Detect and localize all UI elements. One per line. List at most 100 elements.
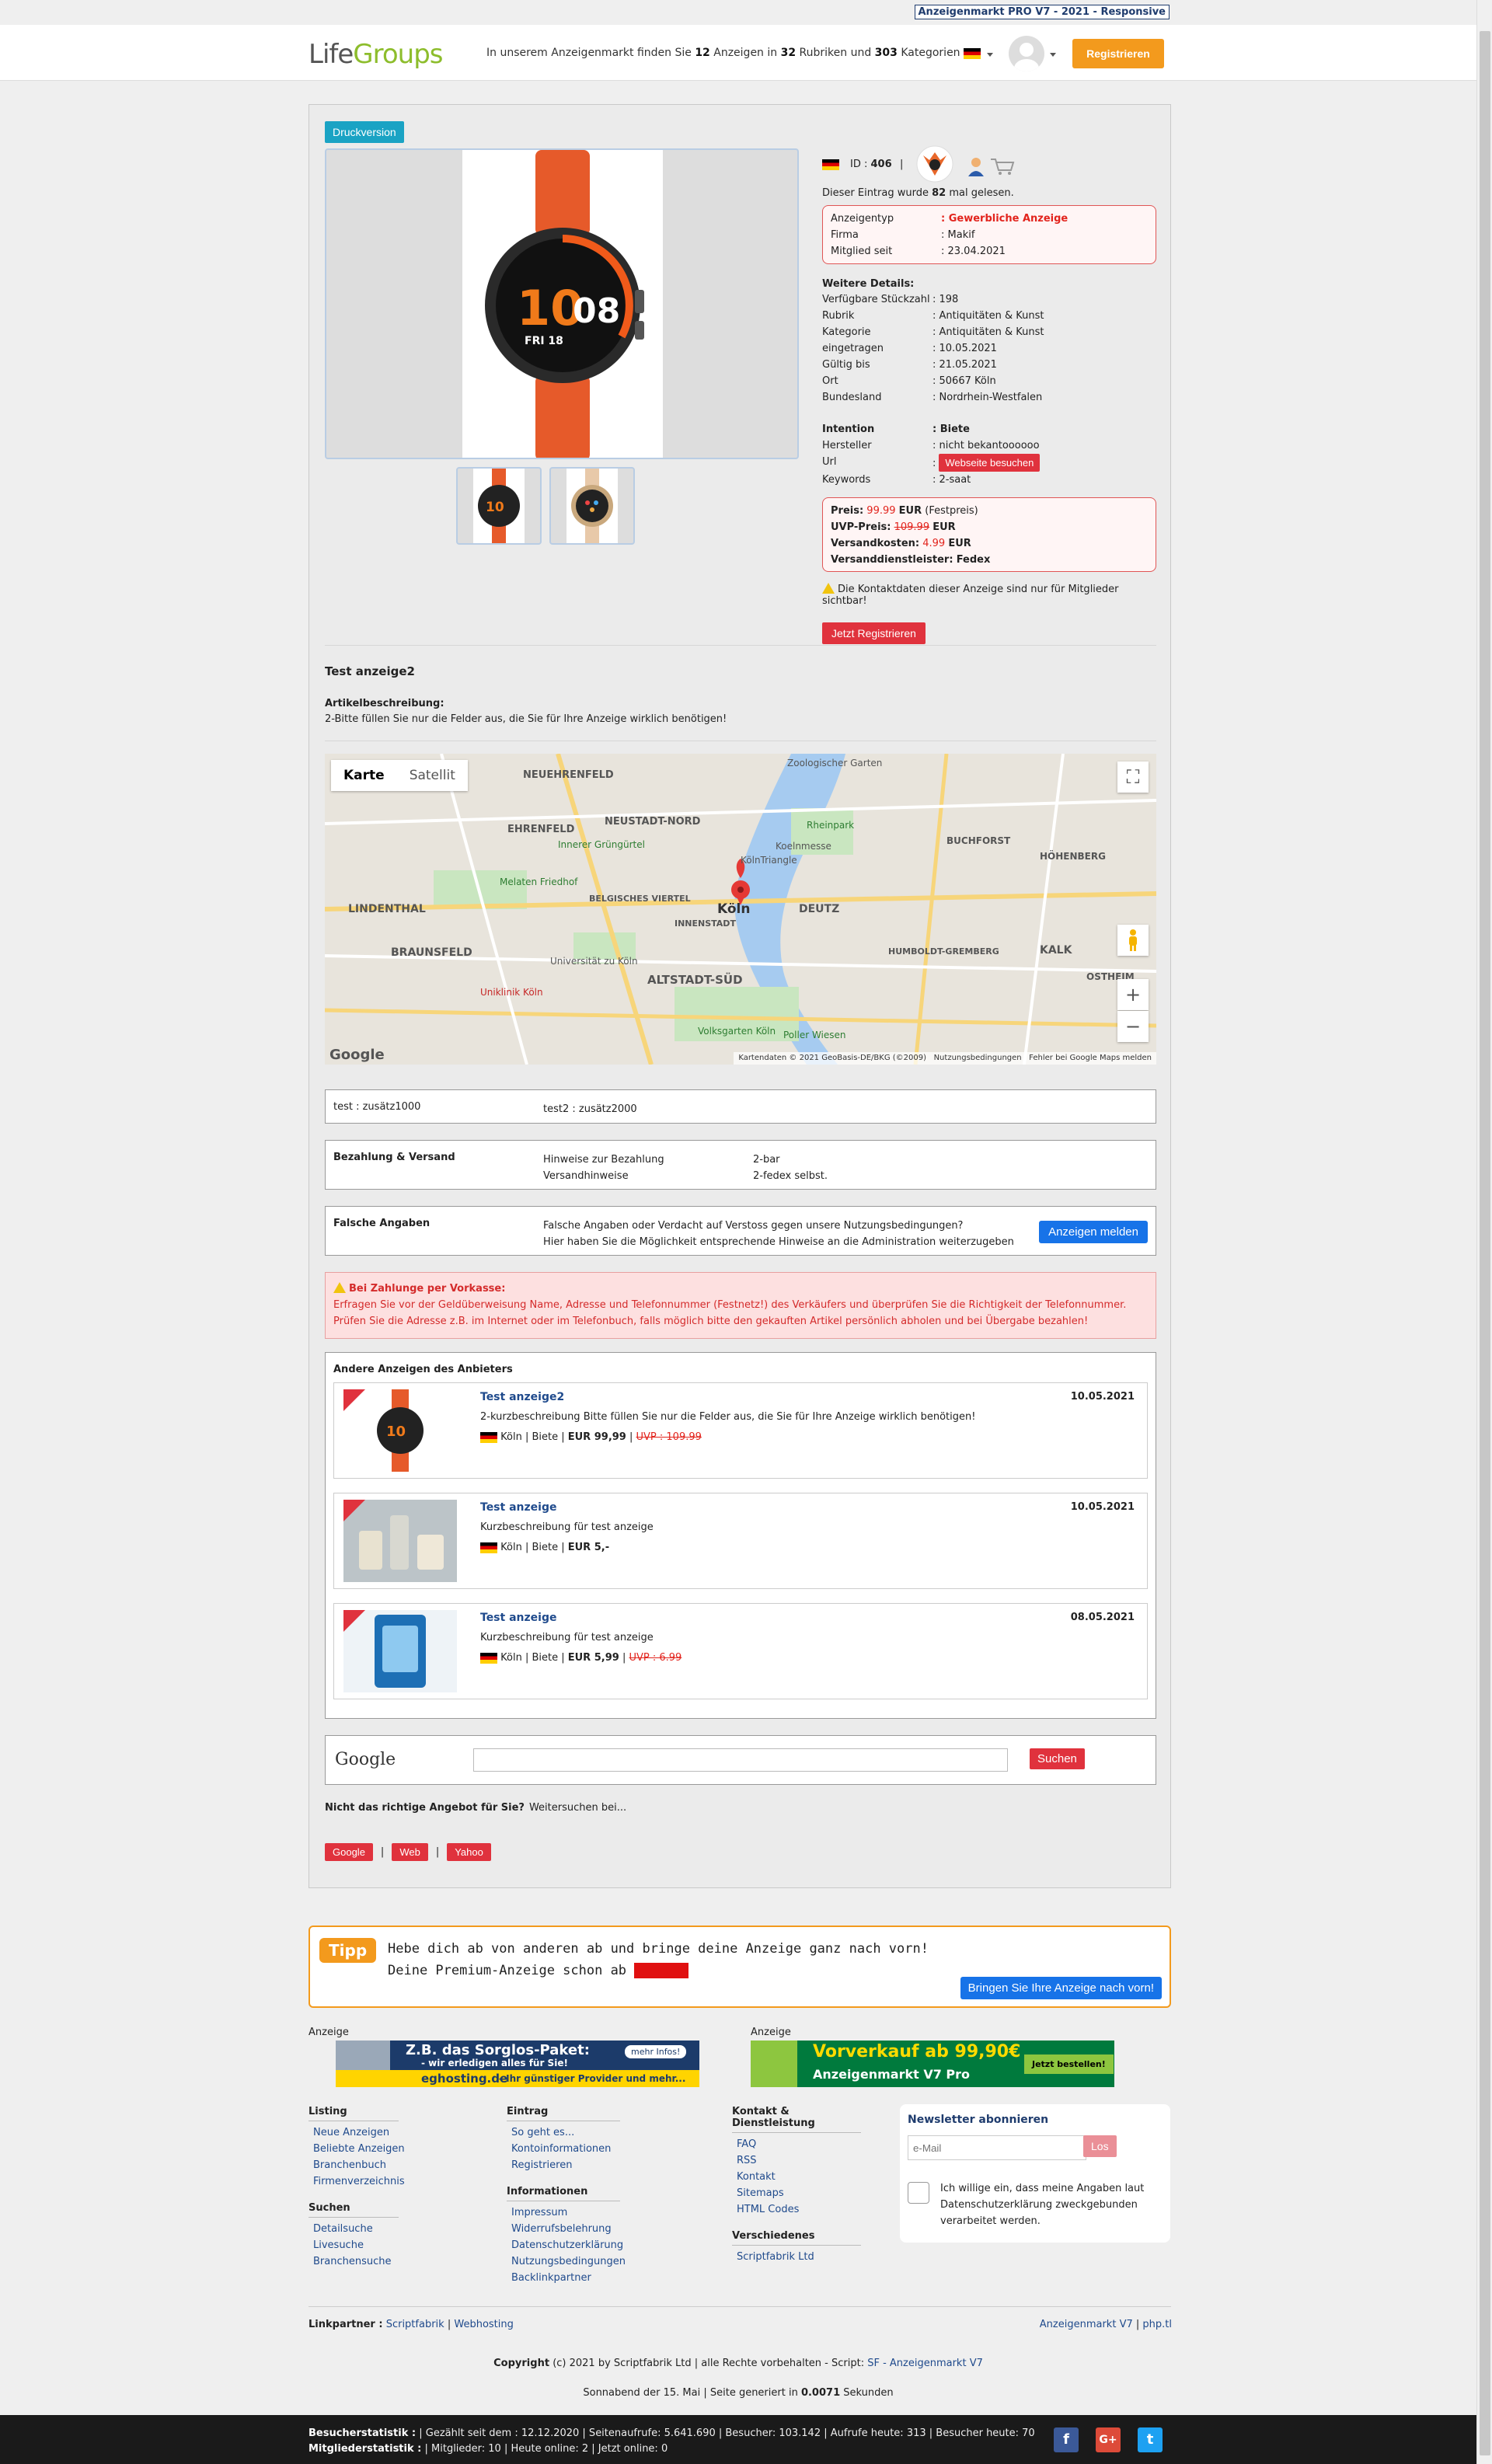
register-now-button[interactable]: Jetzt Registrieren <box>822 622 926 644</box>
footer-link[interactable]: Branchenbuch <box>313 2159 386 2171</box>
linkpartner-link[interactable]: Scriptfabrik <box>386 2319 444 2330</box>
footer-right-link[interactable]: php.tl <box>1142 2319 1172 2330</box>
footer-link[interactable]: Backlinkpartner <box>511 2272 591 2284</box>
tab-satellite[interactable]: Satellit <box>397 760 468 791</box>
footer-link[interactable]: Registrieren <box>511 2159 572 2171</box>
footer-link[interactable]: Livesuche <box>313 2239 364 2251</box>
map-report-link[interactable]: Fehler bei Google Maps melden <box>1029 1054 1152 1062</box>
footer-right-links: Anzeigenmarkt V7 | php.tl <box>1040 2319 1172 2330</box>
zoom-in-icon[interactable]: + <box>1117 979 1149 1010</box>
footer-heading: Suchen <box>309 2202 399 2218</box>
copyright-link[interactable]: SF - Anzeigenmarkt V7 <box>867 2358 983 2369</box>
ad-title[interactable]: Test anzeige <box>480 1501 556 1514</box>
footer-link[interactable]: HTML Codes <box>737 2204 799 2215</box>
pegman-icon[interactable] <box>1117 925 1149 956</box>
price-note: (Festpreis) <box>925 505 978 517</box>
svg-text:10: 10 <box>386 1424 406 1440</box>
zoom-out-icon[interactable]: − <box>1117 1011 1149 1042</box>
manufacturer-value: : nicht bekantoooooo <box>932 440 1040 451</box>
search-yahoo-button[interactable]: Yahoo <box>447 1843 491 1861</box>
list-item[interactable]: Test anzeige 08.05.2021 Kurzbeschreibung… <box>333 1603 1148 1699</box>
product-badge[interactable]: Anzeigenmarkt PRO V7 - 2021 - Responsive <box>914 5 1170 19</box>
search-web-button[interactable]: Web <box>392 1843 428 1861</box>
tab-map[interactable]: Karte <box>331 760 397 791</box>
facebook-icon[interactable]: f <box>1054 2427 1079 2452</box>
footer-link[interactable]: Nutzungsbedingungen <box>511 2256 626 2267</box>
warning-icon <box>333 1282 346 1293</box>
consent-text: Ich willige ein, dass meine Angaben laut… <box>940 2183 1145 2227</box>
footer-link[interactable]: Widerrufsbelehrung <box>511 2223 612 2235</box>
list-item[interactable]: 10 Test anzeige2 10.05.2021 2-kurzbeschr… <box>333 1382 1148 1479</box>
footer-link[interactable]: Neue Anzeigen <box>313 2127 389 2138</box>
scrollbar[interactable] <box>1476 0 1492 2464</box>
language-flag-icon[interactable] <box>964 48 981 59</box>
seller-badge-icon[interactable] <box>915 145 954 183</box>
id-value: 406 <box>870 159 892 170</box>
ad-location: Köln | Biete | <box>500 1652 565 1664</box>
external-search-links: Google | Web | Yahoo <box>325 1843 491 1861</box>
detail-value: : 10.05.2021 <box>932 343 997 354</box>
user-menu-chevron-down-icon[interactable] <box>1050 53 1056 57</box>
ad-thumbnail[interactable]: 10 <box>343 1389 457 1472</box>
extra-field-1: test : zusätz1000 <box>333 1101 421 1113</box>
linkpartner-link[interactable]: Webhosting <box>454 2319 514 2330</box>
footer-link[interactable]: RSS <box>737 2155 757 2166</box>
read-count-value: 82 <box>932 187 946 199</box>
list-item[interactable]: Test anzeige 10.05.2021 Kurzbeschreibung… <box>333 1493 1148 1589</box>
google-map[interactable]: NEUEHRENFELD EHRENFELD NEUSTADT-NORD Mel… <box>325 754 1156 1065</box>
fullscreen-icon[interactable]: ⛶ <box>1117 762 1149 793</box>
ad-thumbnail[interactable] <box>343 1610 457 1692</box>
thumbnail-1[interactable]: 10 <box>456 467 542 545</box>
footer-link[interactable]: Beliebte Anzeigen <box>313 2143 405 2155</box>
separator: | <box>435 1846 440 1858</box>
footer-link[interactable]: Firmenverzeichnis <box>313 2176 405 2187</box>
google-logo[interactable]: Google <box>329 1047 385 1063</box>
ad-title[interactable]: Test anzeige <box>480 1612 556 1624</box>
footer-link[interactable]: Branchensuche <box>313 2256 392 2267</box>
google-plus-icon[interactable]: G+ <box>1096 2427 1121 2452</box>
main-product-image[interactable]: 10 08 FRI 18 <box>325 148 799 459</box>
ad-thumbnail[interactable] <box>343 1500 457 1582</box>
footer-link[interactable]: FAQ <box>737 2138 756 2150</box>
keywords-value: : 2-saat <box>932 474 971 486</box>
banner-eghosting[interactable]: Z.B. das Sorglos-Paket: - wir erledigen … <box>336 2041 699 2087</box>
footer-link[interactable]: Sitemaps <box>737 2187 784 2199</box>
ad-title[interactable]: Test anzeige2 <box>480 1391 564 1403</box>
register-button[interactable]: Registrieren <box>1072 39 1164 68</box>
twitter-icon[interactable]: t <box>1138 2427 1163 2452</box>
newsletter-submit-button[interactable]: Los <box>1083 2135 1117 2157</box>
footer-link[interactable]: So geht es... <box>511 2127 574 2138</box>
promote-ad-button[interactable]: Bringen Sie Ihre Anzeige nach vorn! <box>960 1977 1162 1999</box>
newsletter-email-input[interactable] <box>908 2135 1086 2160</box>
search-google-button[interactable]: Google <box>325 1843 373 1861</box>
footer-link[interactable]: Kontoinformationen <box>511 2143 611 2155</box>
footer-link[interactable]: Kontakt <box>737 2171 776 2183</box>
report-ad-button[interactable]: Anzeigen melden <box>1039 1221 1148 1243</box>
print-version-button[interactable]: Druckversion <box>325 121 404 143</box>
scrollbar-thumb[interactable] <box>1480 31 1490 2455</box>
visit-website-button[interactable]: Webseite besuchen <box>939 454 1041 472</box>
footer-link[interactable]: Impressum <box>511 2207 567 2218</box>
footer-right-link[interactable]: Anzeigenmarkt V7 <box>1040 2319 1133 2330</box>
id-label: ID : <box>850 159 868 170</box>
google-search-button[interactable]: Suchen <box>1030 1748 1085 1769</box>
country-flag-icon <box>480 1542 497 1553</box>
site-logo[interactable]: LifeGroups <box>309 39 444 70</box>
language-chevron-down-icon[interactable] <box>987 53 993 57</box>
separator: | <box>447 2319 451 2330</box>
ad-description: Kurzbeschreibung für test anzeige <box>480 1521 654 1533</box>
map-terms-link[interactable]: Nutzungsbedingungen <box>934 1054 1022 1062</box>
map-label: ALTSTADT-SÜD <box>647 973 743 987</box>
price-value: 99.99 <box>866 505 896 517</box>
banner-anzeigenmarkt[interactable]: Vorverkauf ab 99,90€ Anzeigenmarkt V7 Pr… <box>751 2041 1114 2087</box>
google-search-input[interactable] <box>473 1748 1008 1772</box>
type-value: : Gewerbliche Anzeige <box>941 213 1068 225</box>
thumbnail-2[interactable] <box>549 467 635 545</box>
footer-link[interactable]: Datenschutzerklärung <box>511 2239 623 2251</box>
user-avatar[interactable] <box>1009 36 1044 71</box>
logo-text-groups: Groups <box>353 39 443 70</box>
footer-link[interactable]: Detailsuche <box>313 2223 373 2235</box>
consent-checkbox[interactable] <box>908 2182 929 2204</box>
footer-link[interactable]: Scriptfabrik Ltd <box>737 2251 814 2263</box>
google-search-box: Google Suchen <box>325 1735 1156 1785</box>
